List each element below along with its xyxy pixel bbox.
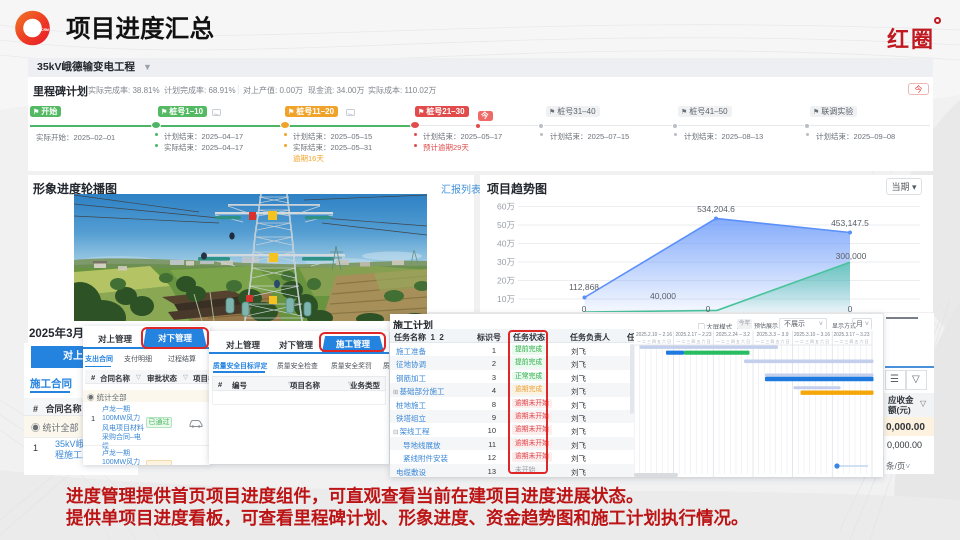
svg-text:2025.3.10 – 3.16: 2025.3.10 – 3.16 bbox=[794, 332, 830, 338]
svg-text:50万: 50万 bbox=[497, 220, 515, 230]
svg-text:10万: 10万 bbox=[497, 294, 515, 304]
svg-text:2025.3.3 – 3.9: 2025.3.3 – 3.9 bbox=[757, 332, 789, 338]
svg-text:一 二 三 四 五 六 日: 一 二 三 四 五 六 日 bbox=[716, 338, 750, 344]
svg-text:一 二 三 四 五 六 日: 一 二 三 四 五 六 日 bbox=[677, 338, 711, 344]
svg-text:60万: 60万 bbox=[497, 202, 515, 212]
svg-text:30万: 30万 bbox=[497, 257, 515, 267]
svg-text:CRM: CRM bbox=[41, 28, 49, 32]
svg-text:40,000: 40,000 bbox=[650, 291, 676, 301]
svg-text:20万: 20万 bbox=[497, 276, 515, 286]
svg-text:300,000: 300,000 bbox=[836, 251, 867, 261]
svg-text:0: 0 bbox=[706, 304, 711, 312]
svg-text:一 二 三 四 五 六 日: 一 二 三 四 五 六 日 bbox=[835, 338, 869, 344]
svg-text:一 二 三 四 五 六 日: 一 二 三 四 五 六 日 bbox=[756, 338, 790, 344]
svg-text:40万: 40万 bbox=[497, 239, 515, 249]
svg-text:0: 0 bbox=[848, 304, 853, 312]
svg-text:534,204.6: 534,204.6 bbox=[697, 204, 735, 214]
svg-text:2025.2.10 – 2.16: 2025.2.10 – 2.16 bbox=[636, 332, 672, 338]
svg-text:2025.3.17 – 3.23: 2025.3.17 – 3.23 bbox=[834, 332, 870, 338]
svg-text:一 二 三 四 五 六 日: 一 二 三 四 五 六 日 bbox=[637, 338, 671, 344]
svg-text:一 二 三 四 五 六 日: 一 二 三 四 五 六 日 bbox=[795, 338, 829, 344]
svg-text:2025.2.17 – 2.23: 2025.2.17 – 2.23 bbox=[676, 332, 712, 338]
svg-text:2025.2.24 – 3.2: 2025.2.24 – 3.2 bbox=[716, 332, 750, 338]
svg-text:112,868: 112,868 bbox=[569, 282, 599, 292]
svg-text:453,147.5: 453,147.5 bbox=[831, 218, 869, 228]
svg-text:0: 0 bbox=[582, 304, 587, 312]
